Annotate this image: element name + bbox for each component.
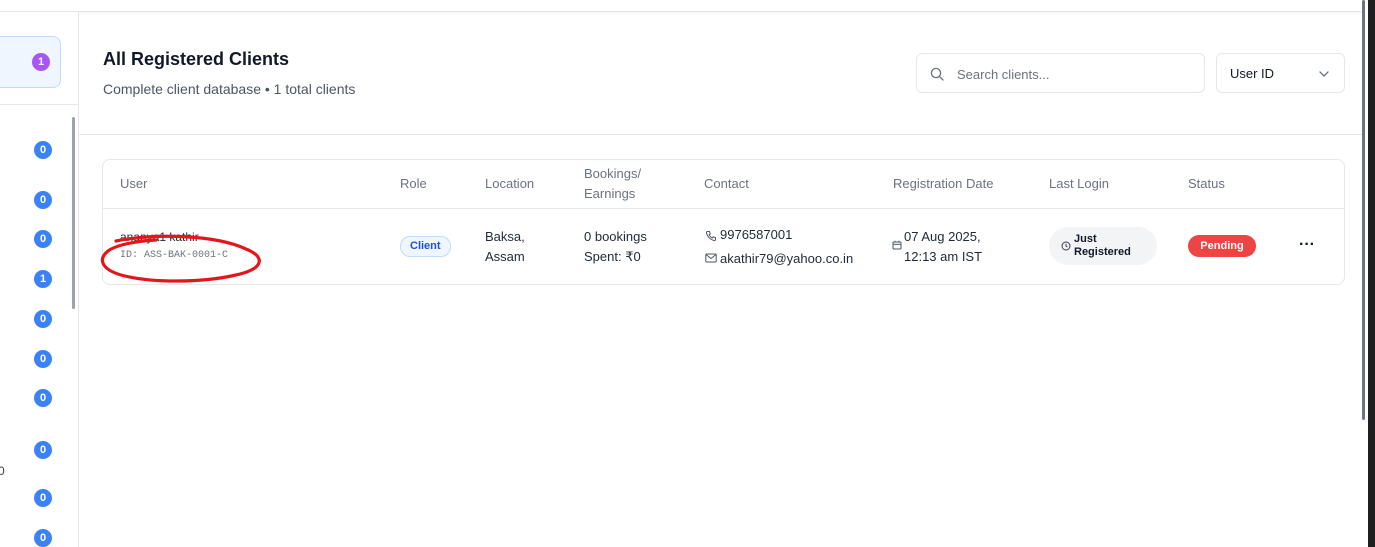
sidebar-count-badge: 0	[34, 350, 52, 368]
spent-amount: Spent: ₹0	[584, 249, 641, 264]
sidebar-item-active[interactable]: 1	[0, 36, 61, 88]
user-id-select[interactable]: User ID	[1216, 53, 1345, 93]
status-badge: Pending	[1188, 235, 1256, 257]
contact-email[interactable]: akathir79@yahoo.co.in	[720, 249, 853, 269]
header-divider	[79, 134, 1362, 135]
annotation-circle	[100, 234, 261, 283]
page-title: All Registered Clients	[103, 49, 290, 69]
location-city: Baksa,	[485, 229, 525, 244]
bookings-earnings: 0 bookings Spent: ₹0	[584, 227, 647, 267]
phone-icon	[705, 231, 716, 242]
sidebar-count-badge: 1	[32, 53, 50, 71]
contact-phone: 9976587001	[720, 227, 793, 242]
clock-icon	[1061, 241, 1071, 251]
sidebar-count-badge: 0	[34, 141, 52, 159]
table-header-divider	[103, 208, 1344, 209]
column-header-location[interactable]: Location	[485, 174, 534, 194]
calendar-icon	[892, 240, 902, 250]
sidebar-count-badge: 0	[34, 489, 52, 507]
sidebar-count-badge: 0	[34, 191, 52, 209]
page-scrollbar-thumb[interactable]	[1362, 0, 1365, 420]
column-header-bookings-line1: Bookings/	[584, 166, 642, 181]
mail-icon	[705, 253, 717, 263]
role-badge: Client	[400, 236, 451, 257]
bookings-count: 0 bookings	[584, 229, 647, 244]
search-input[interactable]	[957, 63, 1197, 85]
column-header-user[interactable]: User	[120, 174, 147, 194]
column-header-role[interactable]: Role	[400, 174, 427, 194]
clients-table: User Role Location Bookings/ Earnings Co…	[102, 159, 1345, 285]
sidebar-count-badge: 0	[34, 529, 52, 547]
chevron-down-icon	[1319, 71, 1329, 77]
window-edge	[1368, 0, 1375, 547]
search-icon	[930, 67, 944, 81]
last-login-line1: Just	[1074, 233, 1097, 245]
last-login-badge: Just Registered	[1049, 227, 1157, 265]
page-subtitle: Complete client database • 1 total clien…	[103, 81, 356, 97]
column-header-contact[interactable]: Contact	[704, 174, 749, 194]
sidebar-count-badge: 1	[34, 270, 52, 288]
location-state: Assam	[485, 249, 525, 264]
registration-date: 07 Aug 2025, 12:13 am IST	[904, 227, 982, 267]
more-actions-button[interactable]: ···	[1299, 236, 1315, 254]
sidebar-scrollbar[interactable]	[72, 117, 75, 309]
sidebar-divider	[0, 104, 79, 105]
sidebar-partial-label: 0	[0, 464, 5, 478]
top-bar	[0, 0, 1362, 12]
sidebar-count-badge: 0	[34, 310, 52, 328]
column-header-bookings[interactable]: Bookings/ Earnings	[584, 164, 641, 204]
registration-day: 07 Aug 2025,	[904, 229, 981, 244]
sidebar: 1 0 0 0 1 0 0 0 0 0 0 0	[0, 12, 79, 547]
location: Baksa, Assam	[485, 227, 525, 267]
sidebar-count-badge: 0	[34, 441, 52, 459]
search-box[interactable]	[916, 53, 1205, 93]
registration-time: 12:13 am IST	[904, 249, 983, 264]
column-header-status[interactable]: Status	[1188, 174, 1225, 194]
last-login-line2: Registered	[1074, 246, 1131, 258]
sidebar-count-badge: 0	[34, 389, 52, 407]
column-header-registration-date[interactable]: Registration Date	[893, 174, 993, 194]
last-login-text: Just Registered	[1074, 233, 1144, 259]
column-header-last-login[interactable]: Last Login	[1049, 174, 1109, 194]
column-header-bookings-line2: Earnings	[584, 186, 636, 201]
sidebar-count-badge: 0	[34, 230, 52, 248]
select-value: User ID	[1230, 66, 1275, 81]
